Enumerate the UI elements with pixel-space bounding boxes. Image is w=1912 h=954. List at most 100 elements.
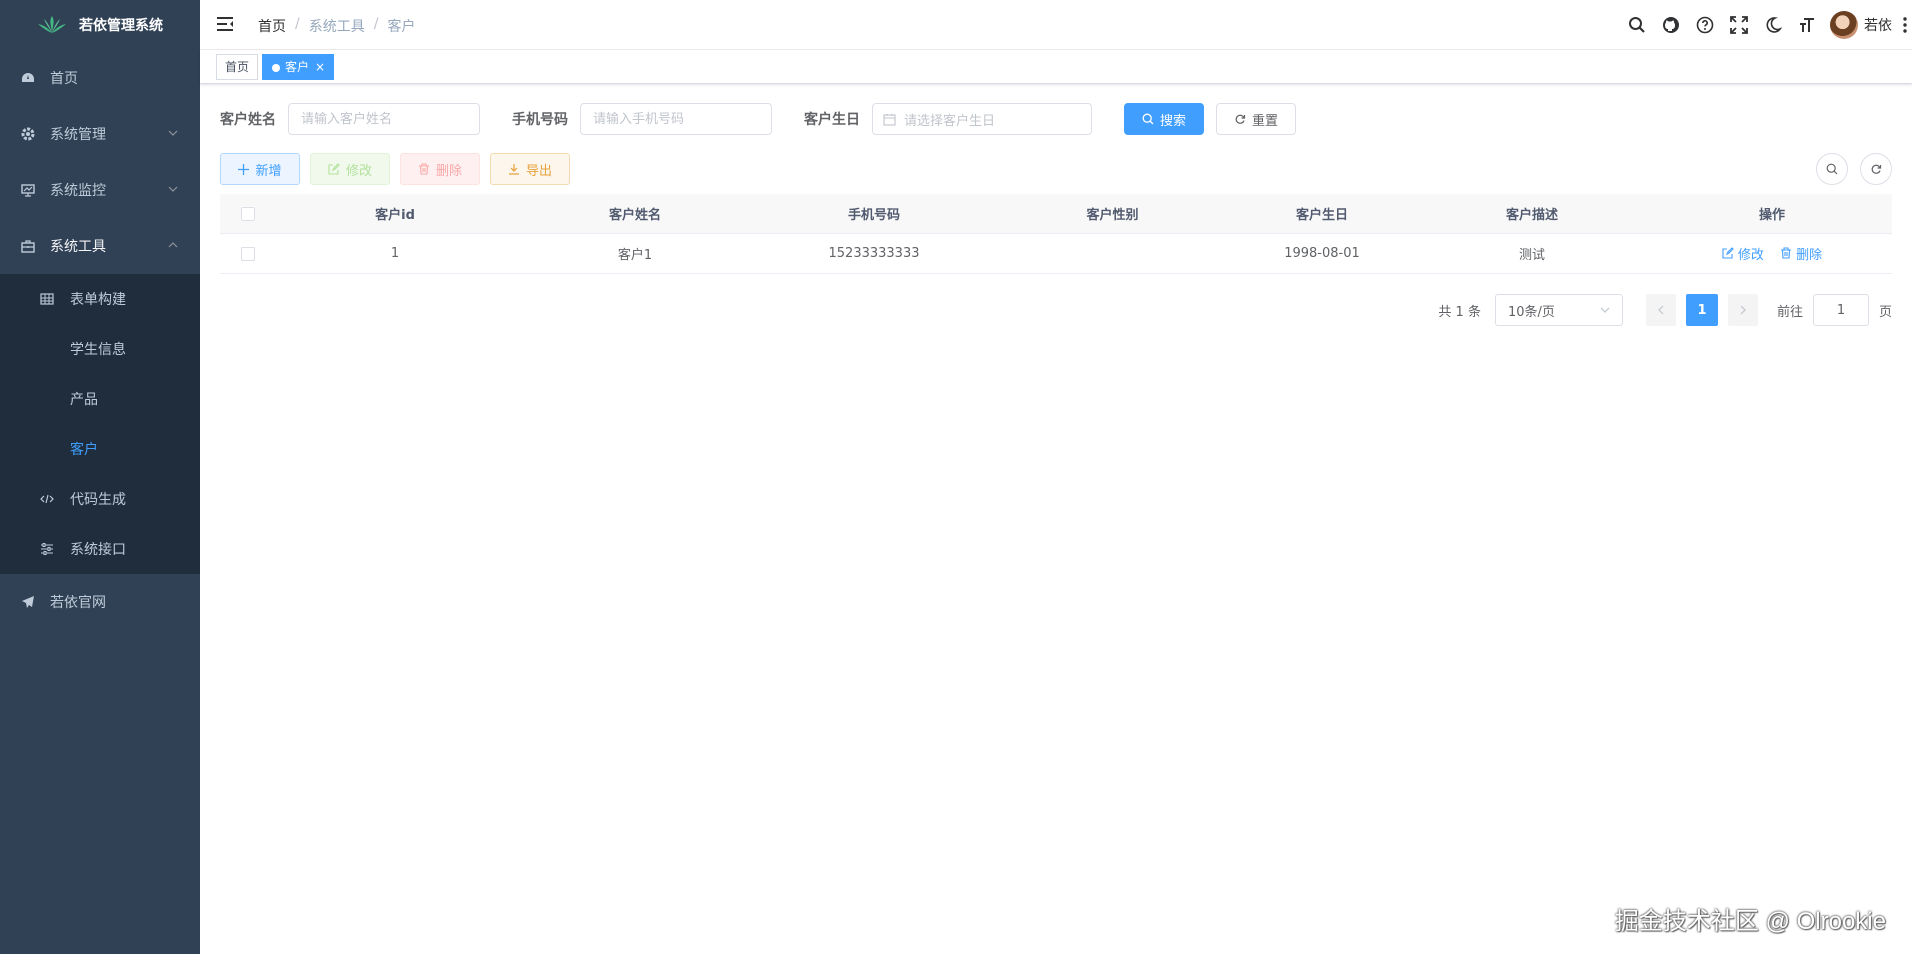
sidebar-item-form-build[interactable]: 表单构建: [0, 274, 200, 324]
monitor-icon: [21, 184, 35, 197]
cell-birthday: 1998-08-01: [1284, 246, 1360, 261]
edit-icon: [1722, 247, 1734, 259]
select-all-checkbox[interactable]: [240, 206, 255, 221]
sidebar-item-label: 系统工具: [50, 239, 106, 255]
fullscreen-icon: [1730, 16, 1748, 34]
sidebar-item-ruoyi-site[interactable]: 若依官网: [0, 574, 200, 630]
phone-input[interactable]: [580, 103, 772, 135]
fullscreen-button[interactable]: [1722, 0, 1756, 50]
sidebar-item-system-tools[interactable]: 系统工具: [0, 218, 200, 274]
avatar[interactable]: [1830, 11, 1858, 39]
tag-home[interactable]: 首页: [216, 54, 259, 80]
sidebar-item-label: 首页: [50, 71, 78, 87]
chevron-up-icon: [168, 242, 178, 248]
sidebar-item-system-api[interactable]: 系统接口: [0, 524, 200, 574]
sidebar-item-product[interactable]: 产品: [0, 374, 200, 424]
more-button[interactable]: [1898, 17, 1912, 33]
cell-name: 客户1: [617, 248, 653, 263]
sidebar: 若依管理系统 首页 系统管理 系统监控 系统工具 表单构建 学生信息 产品 客户: [0, 0, 200, 954]
row-delete-link[interactable]: 删除: [1780, 244, 1822, 263]
search-icon: [1826, 163, 1838, 175]
export-button[interactable]: 导出: [490, 153, 570, 185]
sidebar-item-customer[interactable]: 客户: [0, 424, 200, 474]
dashboard-icon: [22, 73, 34, 82]
birthday-placeholder: 请选择客户生日: [904, 113, 996, 129]
edit-button-label: 修改: [345, 163, 372, 179]
page-suffix: 页: [1878, 304, 1892, 320]
sidebar-item-system-monitor[interactable]: 系统监控: [0, 162, 200, 218]
search-form: 客户姓名 手机号码 客户生日 请选择客户生日 搜索 重置: [220, 103, 1296, 135]
chevron-down-icon: [168, 130, 178, 136]
cell-id: 1: [390, 246, 400, 261]
github-button[interactable]: [1654, 0, 1688, 50]
column-header: 客户描述: [1505, 208, 1558, 223]
right-toolbar: [1816, 153, 1892, 185]
search-icon: [1629, 17, 1645, 33]
sidebar-item-home[interactable]: 首页: [0, 50, 200, 106]
next-page-button[interactable]: [1727, 294, 1758, 326]
goto-page-input[interactable]: 1: [1812, 294, 1869, 326]
reset-button[interactable]: 重置: [1216, 103, 1296, 135]
sidebar-item-code-gen[interactable]: 代码生成: [0, 474, 200, 524]
row-checkbox[interactable]: [240, 246, 255, 261]
table-header: 客户id 客户姓名 手机号码 客户性别 客户生日 客户描述 操作: [220, 194, 1892, 234]
add-button[interactable]: 新增: [220, 153, 300, 185]
refresh-icon: [1235, 114, 1246, 124]
delete-button[interactable]: 删除: [400, 153, 480, 185]
sidebar-logo[interactable]: 若依管理系统: [0, 0, 200, 50]
chevron-left-icon: [1658, 305, 1664, 315]
toggle-search-button[interactable]: [1816, 153, 1848, 185]
sidebar-item-label: 学生信息: [70, 342, 126, 358]
code-icon: [40, 494, 54, 504]
sidebar-item-label: 客户: [70, 442, 98, 458]
sliders-icon: [41, 543, 53, 555]
refresh-icon: [1871, 164, 1882, 174]
reset-button-label: 重置: [1251, 113, 1278, 129]
sidebar-item-student-info[interactable]: 学生信息: [0, 324, 200, 374]
row-edit-label: 修改: [1737, 247, 1764, 263]
app-title: 若依管理系统: [79, 18, 163, 34]
user-name[interactable]: 若依: [1864, 15, 1892, 35]
chevron-right-icon: [1740, 305, 1746, 315]
question-circle-icon: [1696, 16, 1714, 34]
hamburger-button[interactable]: [216, 16, 234, 32]
page-number-current[interactable]: 1: [1685, 294, 1718, 326]
prev-page-button[interactable]: [1645, 294, 1676, 326]
sidebar-item-system-manage[interactable]: 系统管理: [0, 106, 200, 162]
docs-button[interactable]: [1688, 0, 1722, 50]
pagination: 共 1 条 10条/页 1 前往 1 页: [1438, 294, 1892, 326]
breadcrumb: 首页 / 系统工具 / 客户: [258, 16, 415, 36]
column-header: 客户姓名: [608, 208, 661, 223]
tag-customer[interactable]: 客户 ×: [262, 54, 335, 80]
github-icon: [1663, 17, 1679, 33]
refresh-button[interactable]: [1860, 153, 1892, 185]
table-icon: [40, 293, 54, 305]
add-button-label: 新增: [255, 163, 282, 179]
phone-label: 手机号码: [512, 112, 568, 128]
search-button[interactable]: 搜索: [1124, 103, 1204, 135]
customer-name-input[interactable]: [288, 103, 480, 135]
row-edit-link[interactable]: 修改: [1722, 244, 1764, 263]
page-size-value: 10条/页: [1507, 304, 1555, 320]
navbar: 首页 / 系统工具 / 客户 若依: [200, 0, 1912, 50]
edit-button[interactable]: 修改: [310, 153, 390, 185]
header-search-button[interactable]: [1620, 0, 1654, 50]
column-header: 操作: [1758, 208, 1785, 223]
chevron-down-icon: [168, 186, 178, 192]
breadcrumb-item-home[interactable]: 首页: [258, 16, 286, 36]
right-menu: 若依: [1620, 0, 1912, 50]
export-button-label: 导出: [525, 163, 552, 179]
column-header: 客户id: [375, 208, 415, 223]
edit-icon: [328, 163, 340, 175]
pagination-total: 共 1 条: [1438, 304, 1481, 320]
watermark: 掘金技术社区 @ Olrookie: [1614, 908, 1886, 935]
font-size-button[interactable]: [1790, 0, 1824, 50]
theme-toggle-button[interactable]: [1756, 0, 1790, 50]
tag-close-icon[interactable]: ×: [315, 60, 325, 74]
tags-view: 首页 客户 ×: [200, 50, 1912, 84]
delete-button-label: 删除: [435, 163, 462, 179]
toolbox-icon: [21, 240, 35, 253]
trash-icon: [1781, 247, 1792, 259]
birthday-date-picker[interactable]: 请选择客户生日: [872, 103, 1092, 135]
page-size-select[interactable]: 10条/页: [1494, 294, 1623, 326]
